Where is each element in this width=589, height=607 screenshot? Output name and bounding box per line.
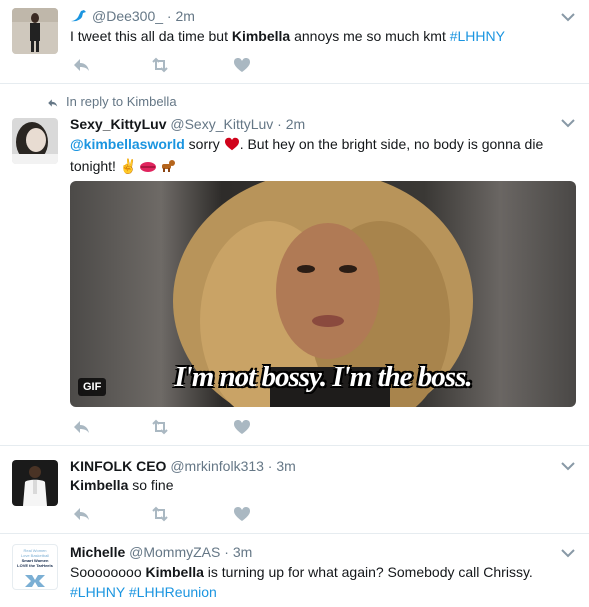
user-handle[interactable]: @MommyZAS bbox=[129, 544, 220, 560]
mention-link[interactable]: @kimbellasworld bbox=[70, 136, 185, 152]
emoji-peace-icon: ✌ bbox=[119, 158, 138, 174]
gif-badge: GIF bbox=[78, 378, 107, 396]
reply-icon[interactable] bbox=[72, 504, 92, 524]
tweet-header: @Dee300_ · 2m bbox=[70, 8, 195, 26]
tweet-3[interactable]: KINFOLK CEO @mrkinfolk313 · 3m Kimbella … bbox=[0, 446, 589, 534]
tweet-4[interactable]: Real Women Love Basketball Smart Women L… bbox=[0, 534, 589, 607]
display-name[interactable]: Michelle bbox=[70, 544, 125, 560]
gif-caption: I'm not bossy. I'm the boss. bbox=[174, 361, 472, 393]
hashtag-link[interactable]: #LHHNY bbox=[450, 28, 505, 44]
reply-icon[interactable] bbox=[72, 55, 92, 75]
user-handle[interactable]: @Sexy_KittyLuv bbox=[170, 116, 273, 132]
retweet-icon[interactable] bbox=[150, 55, 170, 75]
tweet-text: Kimbella so fine bbox=[70, 477, 174, 493]
timestamp[interactable]: 3m bbox=[233, 544, 252, 560]
in-reply-to[interactable]: In reply to Kimbella bbox=[46, 94, 177, 109]
tweet-1[interactable]: @Dee300_ · 2m I tweet this all da time b… bbox=[0, 0, 589, 84]
display-name[interactable]: KINFOLK CEO bbox=[70, 458, 166, 474]
avatar[interactable]: Real Women Love Basketball Smart Women L… bbox=[12, 544, 58, 590]
caret-down-icon[interactable] bbox=[561, 118, 575, 128]
emoji-dog-icon bbox=[159, 158, 176, 178]
reply-icon bbox=[48, 98, 58, 107]
bird-icon bbox=[70, 9, 88, 26]
like-icon[interactable] bbox=[232, 504, 252, 524]
tweet-text: Soooooooo Kimbella is turning up for wha… bbox=[70, 564, 533, 600]
like-icon[interactable] bbox=[232, 55, 252, 75]
display-name[interactable]: Sexy_KittyLuv bbox=[70, 116, 166, 132]
tweet-text: I tweet this all da time but Kimbella an… bbox=[70, 28, 505, 44]
caret-down-icon[interactable] bbox=[561, 461, 575, 471]
user-handle[interactable]: @mrkinfolk313 bbox=[170, 458, 264, 474]
heart-emoji bbox=[224, 136, 240, 156]
tweet-header: Michelle @MommyZAS · 3m bbox=[70, 544, 253, 560]
timestamp[interactable]: 3m bbox=[276, 458, 295, 474]
tweet-2[interactable]: In reply to Kimbella Sexy_KittyLuv @Sexy… bbox=[0, 84, 589, 446]
tweet-header: KINFOLK CEO @mrkinfolk313 · 3m bbox=[70, 458, 296, 474]
hashtag-link[interactable]: #LHHNY bbox=[70, 584, 125, 600]
avatar[interactable] bbox=[12, 118, 58, 164]
avatar[interactable] bbox=[12, 8, 58, 54]
emoji-lips-icon bbox=[139, 158, 157, 178]
caret-down-icon[interactable] bbox=[561, 548, 575, 558]
unc-logo-icon bbox=[25, 575, 45, 587]
tweet-header: Sexy_KittyLuv @Sexy_KittyLuv · 2m bbox=[70, 116, 306, 132]
retweet-icon[interactable] bbox=[150, 504, 170, 524]
tweet-text: @kimbellasworld sorry . But hey on the b… bbox=[70, 134, 570, 178]
timestamp[interactable]: 2m bbox=[176, 8, 195, 24]
gif-media[interactable]: I'm not bossy. I'm the boss. GIF bbox=[70, 181, 576, 407]
timestamp[interactable]: 2m bbox=[286, 116, 305, 132]
caret-down-icon[interactable] bbox=[561, 12, 575, 22]
reply-icon[interactable] bbox=[72, 417, 92, 437]
hashtag-link[interactable]: #LHHReunion bbox=[129, 584, 217, 600]
retweet-icon[interactable] bbox=[150, 417, 170, 437]
like-icon[interactable] bbox=[232, 417, 252, 437]
user-handle[interactable]: @Dee300_ bbox=[92, 8, 163, 24]
avatar[interactable] bbox=[12, 460, 58, 506]
